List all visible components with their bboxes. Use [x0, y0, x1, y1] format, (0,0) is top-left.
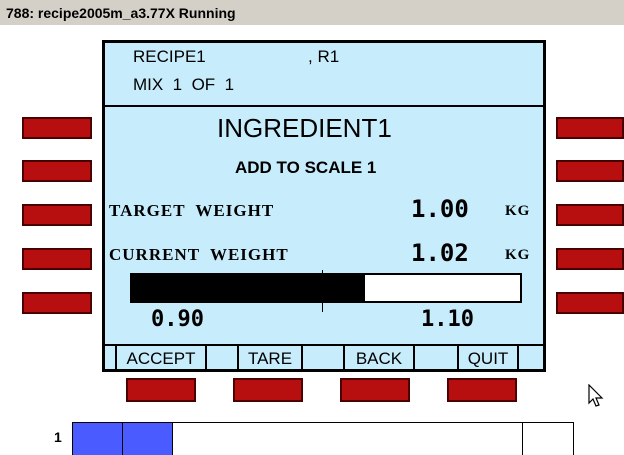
header-divider	[105, 105, 543, 107]
accept-softkey[interactable]: ACCEPT	[115, 346, 207, 372]
window-title: 788: recipe2005m_a3.77X Running	[6, 5, 236, 21]
task-segment-1	[73, 423, 123, 455]
range-min-value: 0.90	[151, 307, 204, 332]
target-weight-value: 1.00	[411, 195, 469, 223]
task-segment-2	[123, 423, 173, 455]
weight-progress-bar	[130, 273, 522, 303]
right-function-button-5[interactable]	[556, 292, 624, 314]
current-weight-unit: KG	[505, 247, 531, 263]
left-function-button-1[interactable]	[22, 117, 92, 139]
right-function-button-3[interactable]	[556, 204, 624, 226]
target-marker	[322, 270, 323, 312]
weight-progress-fill	[132, 275, 365, 301]
left-function-button-4[interactable]	[22, 248, 92, 270]
softkey-hw-button-2[interactable]	[233, 378, 303, 402]
tare-softkey[interactable]: TARE	[237, 346, 303, 372]
target-weight-unit: KG	[505, 203, 531, 219]
range-max-value: 1.10	[421, 307, 474, 332]
terminal-display: RECIPE1 , R1 MIX 1 OF 1 INGREDIENT1 ADD …	[102, 40, 546, 372]
softkey-hw-button-3[interactable]	[340, 378, 410, 402]
left-function-button-5[interactable]	[22, 292, 92, 314]
softkey-row: ACCEPT TARE BACK QUIT	[105, 344, 543, 374]
softkey-hw-button-1[interactable]	[126, 378, 196, 402]
mix-counter: MIX 1 OF 1	[133, 75, 235, 94]
task-progress-strip	[72, 422, 574, 455]
ingredient-name: INGREDIENT1	[217, 113, 392, 143]
task-end-segment	[522, 423, 573, 455]
recipe-name: RECIPE1	[133, 47, 206, 66]
mouse-pointer-icon	[588, 383, 604, 413]
back-softkey[interactable]: BACK	[343, 346, 415, 372]
quit-softkey[interactable]: QUIT	[457, 346, 519, 372]
window-title-bar: 788: recipe2005m_a3.77X Running	[0, 0, 624, 25]
right-function-button-2[interactable]	[556, 160, 624, 182]
recipe-suffix: , R1	[308, 47, 340, 66]
target-weight-label: TARGET WEIGHT	[109, 201, 275, 220]
current-weight-value: 1.02	[411, 239, 469, 267]
current-weight-label: CURRENT WEIGHT	[109, 245, 289, 264]
instruction-text: ADD TO SCALE 1	[235, 158, 377, 177]
softkey-hw-button-4[interactable]	[447, 378, 517, 402]
right-function-button-4[interactable]	[556, 248, 624, 270]
left-function-button-3[interactable]	[22, 204, 92, 226]
right-function-button-1[interactable]	[556, 117, 624, 139]
left-function-button-2[interactable]	[22, 160, 92, 182]
task-index: 1	[54, 429, 62, 445]
